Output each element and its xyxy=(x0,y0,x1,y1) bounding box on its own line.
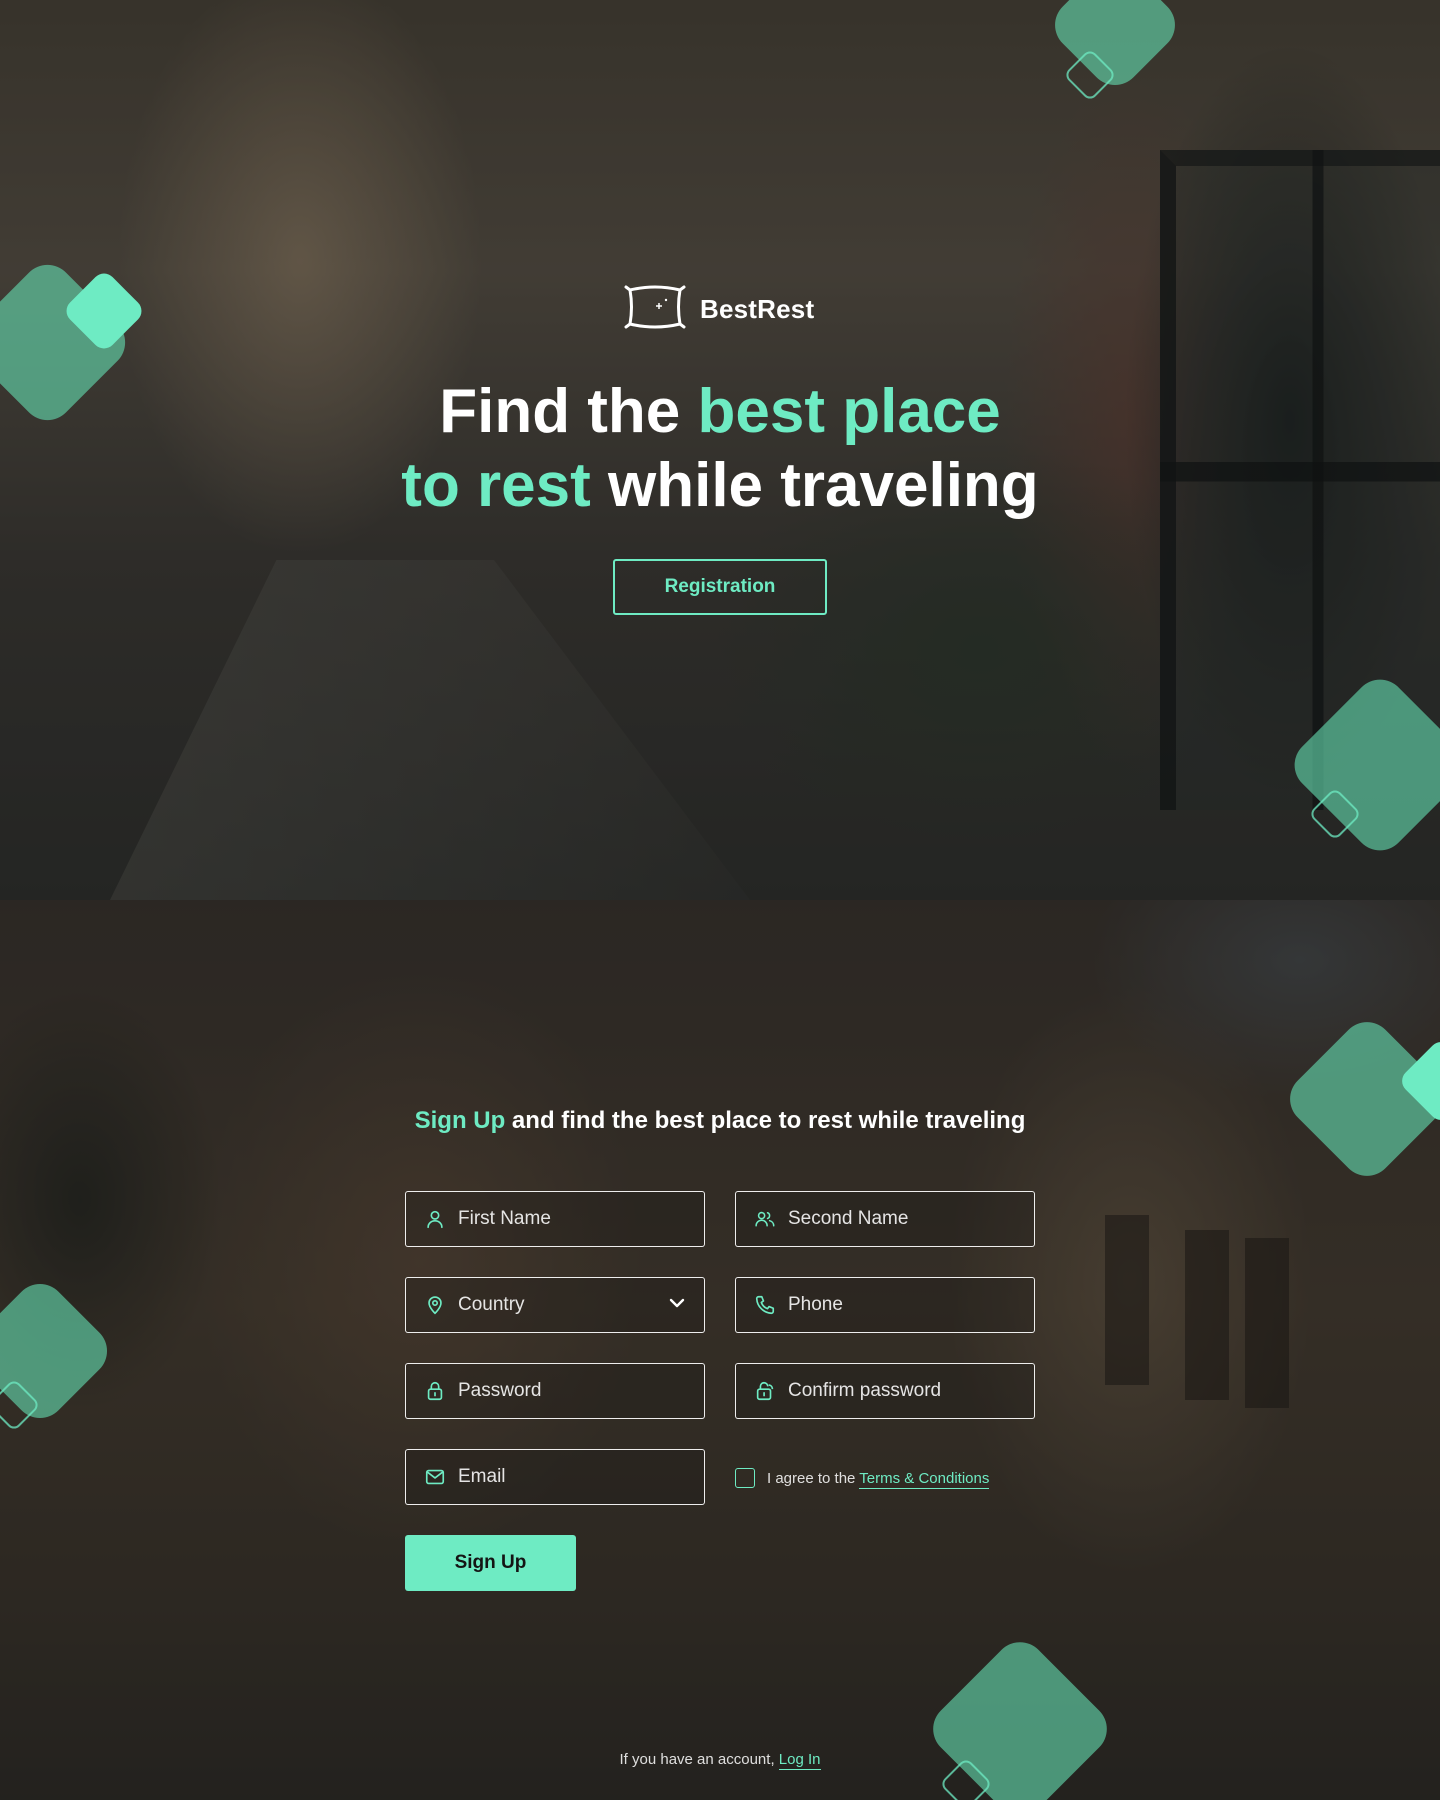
first-name-field[interactable] xyxy=(405,1191,705,1247)
hero-title-part: Find the xyxy=(439,377,698,446)
second-name-field[interactable] xyxy=(735,1191,1035,1247)
country-select[interactable]: Country xyxy=(405,1277,705,1333)
brand-logo[interactable]: BestRest xyxy=(624,284,814,334)
lock-icon xyxy=(424,1380,446,1402)
hero-title-part: while traveling xyxy=(590,451,1039,520)
mail-icon xyxy=(424,1466,446,1488)
login-link[interactable]: Log In xyxy=(778,1751,821,1770)
hero-title-accent: best place xyxy=(697,377,1001,446)
terms-checkbox[interactable] xyxy=(735,1468,755,1488)
signup-overlay xyxy=(0,900,1440,1800)
hero-title-accent: to rest xyxy=(401,451,591,520)
lock-open-icon xyxy=(754,1380,776,1402)
login-prompt: If you have an account, Log In xyxy=(0,1751,1440,1770)
email-field[interactable] xyxy=(405,1449,705,1505)
phone-input[interactable] xyxy=(788,1294,1008,1316)
confirm-password-input[interactable] xyxy=(788,1380,1008,1402)
signup-heading-accent: Sign Up xyxy=(414,1107,506,1134)
terms-text: I agree to the xyxy=(767,1469,860,1487)
signup-heading-text: and find the best place to rest while tr… xyxy=(505,1107,1026,1134)
location-pin-icon xyxy=(424,1294,446,1316)
second-name-input[interactable] xyxy=(788,1208,1008,1230)
terms-label: I agree to the Terms & Conditions xyxy=(767,1469,990,1489)
chevron-down-icon xyxy=(668,1296,686,1314)
brand-name: BestRest xyxy=(700,293,815,324)
phone-field[interactable] xyxy=(735,1277,1035,1333)
password-input[interactable] xyxy=(458,1380,678,1402)
country-select-value: Country xyxy=(458,1294,525,1315)
confirm-password-field[interactable] xyxy=(735,1363,1035,1419)
registration-button[interactable]: Registration xyxy=(613,559,827,615)
phone-icon xyxy=(754,1294,776,1316)
hero-title: Find the best place to rest while travel… xyxy=(0,375,1440,523)
user-icon xyxy=(424,1208,446,1230)
email-input[interactable] xyxy=(458,1466,678,1488)
signup-button[interactable]: Sign Up xyxy=(405,1535,576,1591)
password-field[interactable] xyxy=(405,1363,705,1419)
terms-agreement: I agree to the Terms & Conditions xyxy=(735,1467,990,1489)
signup-section xyxy=(0,900,1440,1800)
signup-heading: Sign Up and find the best place to rest … xyxy=(0,1107,1440,1135)
terms-link[interactable]: Terms & Conditions xyxy=(859,1469,990,1489)
login-prompt-text: If you have an account, xyxy=(619,1751,779,1768)
users-icon xyxy=(754,1208,776,1230)
pillow-icon xyxy=(624,282,686,337)
first-name-input[interactable] xyxy=(458,1208,678,1230)
